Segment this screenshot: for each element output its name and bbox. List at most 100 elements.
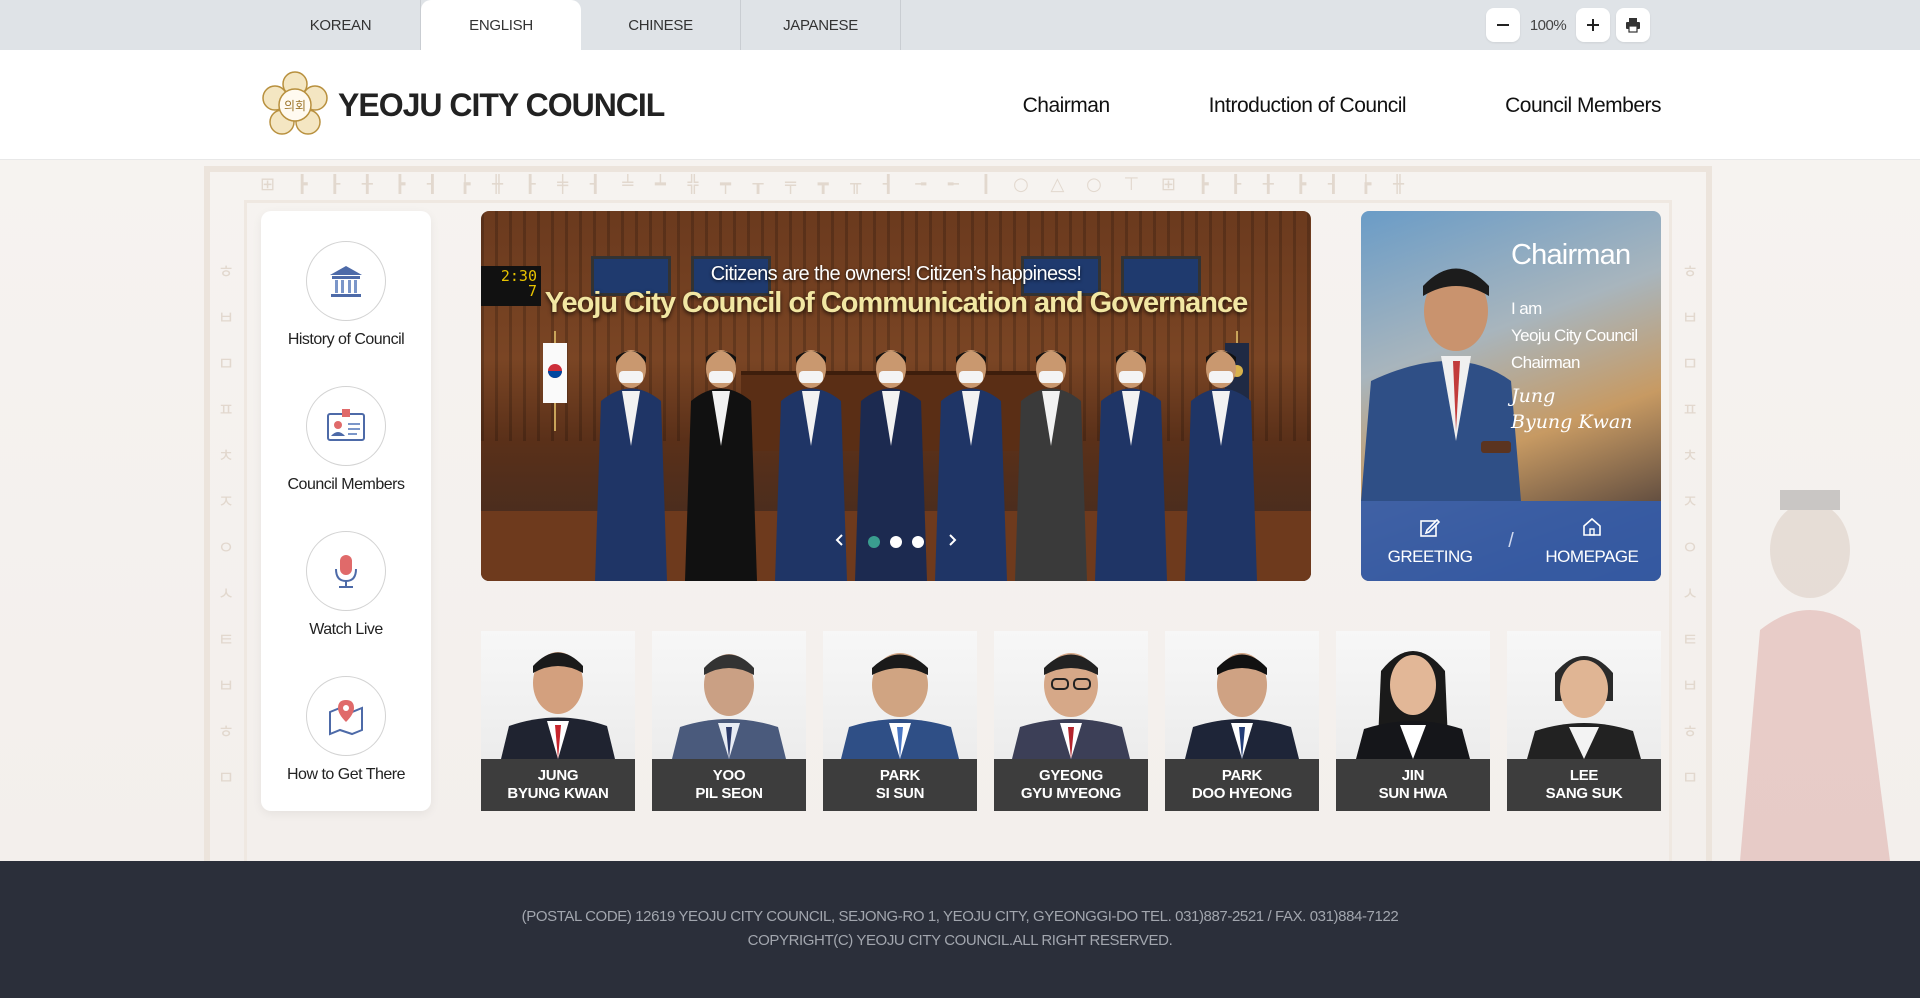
slider-dot-2[interactable] (890, 536, 902, 548)
member-name-line2: PIL SEON (695, 785, 763, 802)
quick-watch-live[interactable]: Watch Live (261, 531, 431, 639)
member-name: YOO PIL SEON (652, 759, 806, 811)
chairman-sign-1: Jung (1511, 385, 1556, 407)
member-name-line1: PARK (879, 767, 921, 784)
member-name-line1: LEE (1569, 767, 1599, 784)
member-card[interactable]: JIN SUN HWA (1336, 631, 1490, 811)
chairman-line-1: I am (1511, 299, 1542, 318)
member-card[interactable]: PARK DOO HYEONG (1165, 631, 1319, 811)
lang-tab-japanese[interactable]: JAPANESE (741, 0, 901, 50)
member-photo (823, 631, 977, 759)
slider-subtitle: Citizens are the owners! Citizen’s happi… (710, 263, 1082, 285)
member-name-line1: JIN (1401, 767, 1425, 784)
member-card[interactable]: JUNG BYUNG KWAN (481, 631, 635, 811)
id-card-icon (327, 409, 365, 441)
language-bar: KOREAN ENGLISH CHINESE JAPANESE 100% (0, 0, 1920, 50)
member-photo (994, 631, 1148, 759)
member-name: GYEONG GYU MYEONG (994, 759, 1148, 811)
chairman-line-2: Yeoju City Council (1511, 326, 1638, 345)
print-icon (1626, 18, 1640, 33)
member-name: PARK DOO HYEONG (1165, 759, 1319, 811)
minus-icon (1497, 24, 1509, 26)
member-name-line1: JUNG (537, 767, 579, 784)
background-figure-illustration (1740, 490, 1890, 861)
slider-prev-button[interactable] (831, 533, 849, 551)
nav-introduction[interactable]: Introduction of Council (1209, 94, 1407, 118)
footer-address: (POSTAL CODE) 12619 YEOJU CITY COUNCIL, … (521, 908, 1399, 925)
main-slider: 2:30 7 Citizens are the owners! Citizen’… (481, 211, 1311, 581)
building-icon (330, 266, 362, 297)
greeting-label: GREETING (1387, 546, 1473, 566)
member-name: JIN SUN HWA (1336, 759, 1490, 811)
chairman-description: I am Yeoju City Council Chairman (1511, 295, 1656, 376)
site-header: 의회 YEOJU CITY COUNCIL Chairman Introduct… (0, 50, 1920, 160)
quick-members-label: Council Members (287, 476, 405, 493)
quick-watch-live-label: Watch Live (309, 621, 383, 638)
member-photo (481, 631, 635, 759)
lang-tab-english[interactable]: ENGLISH (421, 0, 581, 50)
zoom-level: 100% (1529, 16, 1567, 34)
microphone-icon (335, 555, 357, 588)
quick-history-label: History of Council (287, 331, 405, 348)
member-name: JUNG BYUNG KWAN (481, 759, 635, 811)
quick-watch-live-circle (306, 531, 386, 611)
member-name-line2: SI SUN (875, 785, 925, 802)
chairman-actions: GREETING / HOMEPAGE (1361, 501, 1661, 581)
member-name-line1: GYEONG (1038, 767, 1104, 784)
lang-tab-korean[interactable]: KOREAN (261, 0, 421, 50)
zoom-out-button[interactable] (1486, 8, 1520, 42)
slider-dot-1[interactable] (868, 536, 880, 548)
decorative-pattern-top: ⊞ ┣ ┠ ╂ ┣ ┨ ┢ ╫ ┠ ╪ ┨ ╧ ┷ ╬ ┯ ┰ ╤ ┳ ╥ ┨ … (260, 174, 1412, 194)
chevron-right-icon (949, 534, 957, 546)
greeting-button[interactable]: GREETING (1370, 516, 1490, 567)
member-card[interactable]: YOO PIL SEON (652, 631, 806, 811)
member-card[interactable]: LEE SANG SUK (1507, 631, 1661, 811)
pencil-square-icon (1420, 518, 1441, 537)
member-photo (1165, 631, 1319, 759)
member-card[interactable]: PARK SI SUN (823, 631, 977, 811)
chevron-left-icon (835, 534, 843, 546)
quick-directions[interactable]: How to Get There (261, 676, 431, 784)
council-emblem-icon: 의회 (262, 71, 328, 135)
zoom-in-button[interactable] (1576, 8, 1610, 42)
homepage-label: HOMEPAGE (1545, 546, 1639, 566)
member-name: PARK SI SUN (823, 759, 977, 811)
council-members-list: JUNG BYUNG KWAN YOO PIL SEON PARK SI SUN GY… (481, 631, 1661, 811)
member-photo (652, 631, 806, 759)
lang-tab-chinese[interactable]: CHINESE (581, 0, 741, 50)
homepage-button[interactable]: HOMEPAGE (1532, 516, 1652, 567)
member-name-line2: BYUNG KWAN (507, 785, 609, 802)
slider-next-button[interactable] (943, 533, 961, 551)
chairman-sign-2: Byung Kwan (1511, 411, 1633, 433)
nav-chairman[interactable]: Chairman (1023, 94, 1111, 118)
quick-directions-circle (306, 676, 386, 756)
member-name: LEE SANG SUK (1507, 759, 1661, 811)
slider-title: Yeoju City Council of Communication and … (544, 287, 1249, 319)
slider-dot-3[interactable] (912, 536, 924, 548)
svg-text:의회: 의회 (284, 99, 306, 113)
quick-directions-label: How to Get There (287, 766, 405, 783)
print-button[interactable] (1616, 8, 1650, 42)
decorative-pattern-right: ㅎㅂㅁㅍㅊㅈㅇㅅㅌㅂㅎㅁ (1681, 262, 1699, 789)
chairman-signature: Jung Byung Kwan (1511, 383, 1632, 435)
chairman-actions-separator: / (1508, 529, 1514, 552)
quick-members[interactable]: Council Members (261, 386, 431, 494)
member-name-line1: YOO (712, 767, 746, 784)
chairman-photo (1361, 268, 1521, 501)
member-card[interactable]: GYEONG GYU MYEONG (994, 631, 1148, 811)
member-name-line2: SUN HWA (1378, 785, 1448, 802)
main-nav: Chairman Introduction of Council Council… (924, 94, 1662, 118)
member-name-line2: GYU MYEONG (1020, 785, 1122, 802)
chairman-line-3: Chairman (1511, 353, 1581, 372)
quick-history-circle (306, 241, 386, 321)
language-tabs: KOREAN ENGLISH CHINESE JAPANESE (261, 0, 901, 50)
home-icon (1583, 517, 1601, 536)
site-footer: (POSTAL CODE) 12619 YEOJU CITY COUNCIL, … (0, 861, 1920, 998)
site-logo[interactable]: 의회 YEOJU CITY COUNCIL (260, 70, 665, 140)
nav-council-members[interactable]: Council Members (1505, 94, 1661, 118)
quick-history[interactable]: History of Council (261, 241, 431, 349)
slider-controls (481, 533, 1311, 551)
member-photo (1507, 631, 1661, 759)
zoom-control: 100% (1486, 8, 1650, 42)
quick-menu: History of Council Council Members Watch… (261, 211, 431, 811)
